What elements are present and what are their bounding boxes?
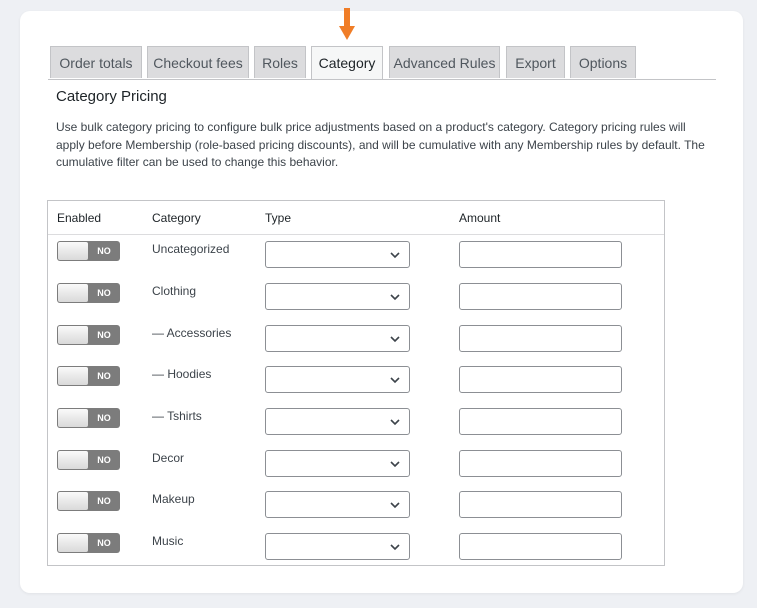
tab-export[interactable]: Export [506,46,565,78]
tab-order-totals[interactable]: Order totals [50,46,142,78]
tab-category[interactable]: Category [311,46,383,79]
tab-checkout-fees[interactable]: Checkout fees [147,46,249,78]
category-name: Clothing [152,284,197,298]
type-select[interactable] [265,283,410,310]
type-select[interactable] [265,491,410,518]
type-select[interactable] [265,325,410,352]
chevron-down-icon [390,336,400,343]
type-select[interactable] [265,408,410,435]
chevron-down-icon [390,419,400,426]
header-category: Category [152,211,201,225]
chevron-down-icon [390,377,400,384]
header-type: Type [265,211,292,225]
toggle-knob [58,534,88,552]
chevron-down-icon [390,461,400,468]
table-row: NO — Accessories [48,318,664,360]
category-name: — Hoodies [152,367,212,381]
chevron-down-icon [390,544,400,551]
table-row: NO Music [48,526,664,568]
amount-input[interactable] [459,366,622,393]
toggle-knob [58,451,88,469]
enabled-toggle[interactable]: NO [57,408,120,428]
type-select[interactable] [265,241,410,268]
toggle-knob [58,242,88,260]
category-pricing-table: Enabled Category Type Amount NO Uncatego… [47,200,665,566]
category-name: Decor [152,451,185,465]
toggle-state-label: NO [97,496,111,506]
enabled-toggle[interactable]: NO [57,283,120,303]
amount-input[interactable] [459,533,622,560]
chevron-down-icon [390,252,400,259]
enabled-toggle[interactable]: NO [57,366,120,386]
section-description: Use bulk category pricing to configure b… [56,120,705,169]
table-row: NO Uncategorized [48,234,664,276]
table-row: NO Clothing [48,276,664,318]
toggle-state-label: NO [97,371,111,381]
tab-options[interactable]: Options [570,46,636,78]
tab-roles[interactable]: Roles [254,46,306,78]
amount-input[interactable] [459,283,622,310]
toggle-knob [58,284,88,302]
amount-input[interactable] [459,491,622,518]
header-enabled: Enabled [57,211,102,225]
category-name: — Tshirts [152,409,202,423]
enabled-toggle[interactable]: NO [57,491,120,511]
toggle-state-label: NO [97,413,111,423]
amount-input[interactable] [459,450,622,477]
toggle-knob [58,367,88,385]
section-title: Category Pricing [56,88,167,105]
enabled-toggle[interactable]: NO [57,533,120,553]
tab-advanced-rules[interactable]: Advanced Rules [389,46,500,78]
header-amount: Amount [459,211,501,225]
down-arrow-icon [339,8,355,40]
toggle-state-label: NO [97,246,111,256]
category-name: — Accessories [152,326,232,340]
enabled-toggle[interactable]: NO [57,241,120,261]
toggle-knob [58,492,88,510]
type-select[interactable] [265,366,410,393]
enabled-toggle[interactable]: NO [57,325,120,345]
amount-input[interactable] [459,408,622,435]
category-name: Music [152,534,184,548]
chevron-down-icon [390,294,400,301]
type-select[interactable] [265,450,410,477]
enabled-toggle[interactable]: NO [57,450,120,470]
toggle-state-label: NO [97,538,111,548]
category-name: Uncategorized [152,242,230,256]
amount-input[interactable] [459,325,622,352]
toggle-knob [58,326,88,344]
category-name: Makeup [152,492,195,506]
table-row: NO Makeup [48,484,664,526]
toggle-state-label: NO [97,455,111,465]
toggle-knob [58,409,88,427]
table-row: NO — Hoodies [48,359,664,401]
type-select[interactable] [265,533,410,560]
toggle-state-label: NO [97,330,111,340]
toggle-state-label: NO [97,288,111,298]
tab-bar: Order totals Checkout fees Roles Categor… [48,46,716,80]
table-row: NO — Tshirts [48,401,664,443]
table-row: NO Decor [48,443,664,485]
amount-input[interactable] [459,241,622,268]
chevron-down-icon [390,502,400,509]
